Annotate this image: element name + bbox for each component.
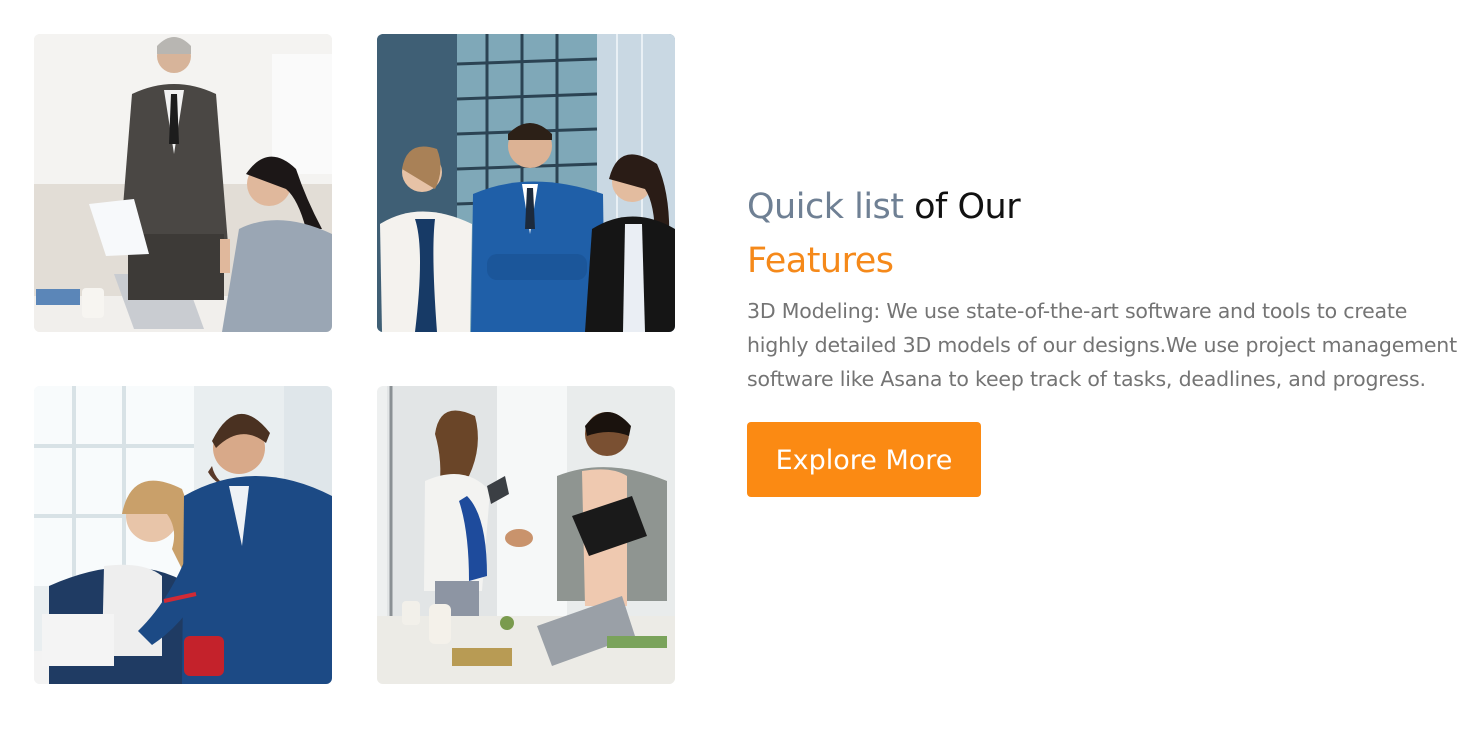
photo-gallery [34, 34, 676, 684]
heading-highlight: Quick list [747, 187, 904, 227]
business-team-photo [377, 34, 675, 332]
features-description: 3D Modeling: We use state-of-the-art sof… [747, 299, 1457, 391]
handshake-photo [377, 386, 675, 684]
features-section: Quick list of Our Features 3D Modeling: … [0, 0, 1472, 731]
colleagues-laptop-photo [34, 386, 332, 684]
office-meeting-photo [34, 34, 332, 332]
heading-text: of Our [914, 187, 1021, 227]
heading-accent: Features [747, 241, 894, 281]
explore-more-button[interactable]: Explore More [747, 422, 981, 497]
features-content: Quick list of Our Features 3D Modeling: … [747, 180, 1462, 497]
section-heading: Quick list of Our Features [747, 180, 1462, 288]
